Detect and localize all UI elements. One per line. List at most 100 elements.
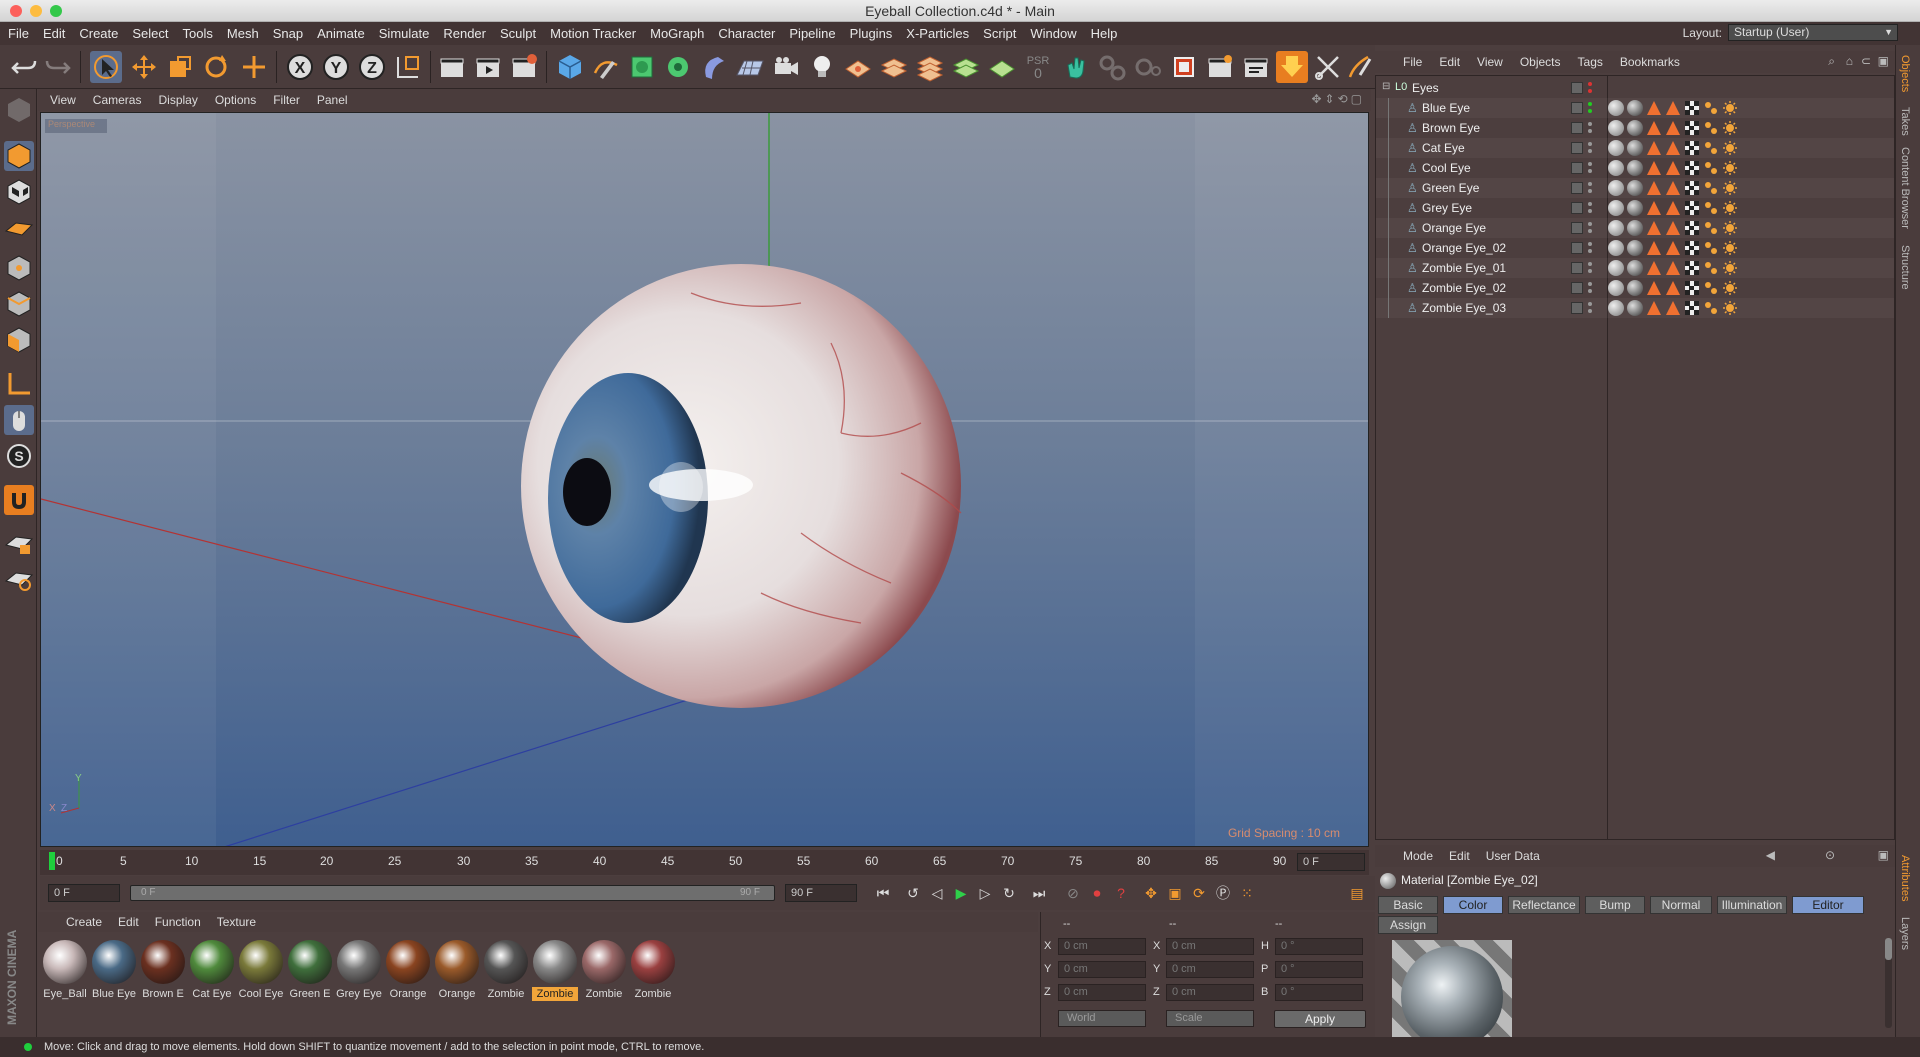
- uvw-tag-icon[interactable]: [1684, 180, 1700, 196]
- material-tag-icon[interactable]: [1627, 180, 1643, 196]
- render-queue-button[interactable]: [1240, 51, 1272, 83]
- mograph-button-1[interactable]: [1096, 51, 1128, 83]
- link-icon[interactable]: ⊂: [1861, 54, 1871, 68]
- layer-checkbox[interactable]: [1571, 282, 1583, 294]
- sun-tag-icon[interactable]: [1722, 100, 1738, 116]
- object-row[interactable]: ♙ Grey Eye: [1376, 198, 1894, 218]
- layer-checkbox[interactable]: [1571, 142, 1583, 154]
- layer-checkbox[interactable]: [1571, 82, 1583, 94]
- object-row[interactable]: ♙ Zombie Eye_01: [1376, 258, 1894, 278]
- object-row[interactable]: ♙ Brown Eye: [1376, 118, 1894, 138]
- phong-tag-icon[interactable]: [1665, 300, 1681, 316]
- material-menu-create[interactable]: Create: [66, 915, 102, 929]
- cloner-button[interactable]: [662, 51, 694, 83]
- rotation-h-field[interactable]: 0 °: [1275, 938, 1363, 955]
- viewport-menu-options[interactable]: Options: [215, 93, 256, 107]
- material-swatch[interactable]: Grey Eye: [336, 940, 382, 1005]
- rotation-b-field[interactable]: 0 °: [1275, 984, 1363, 1001]
- tab-basic[interactable]: Basic: [1378, 896, 1438, 914]
- autokeying-button[interactable]: ⏺: [1086, 882, 1108, 904]
- position-z-field[interactable]: 0 cm: [1058, 984, 1146, 1001]
- sun-tag-icon[interactable]: [1722, 120, 1738, 136]
- deformer-button[interactable]: [698, 51, 730, 83]
- zoom-window-button[interactable]: [50, 5, 62, 17]
- phong-tag-icon[interactable]: [1646, 300, 1662, 316]
- tab-reflectance[interactable]: Reflectance: [1508, 896, 1580, 914]
- menu-snap[interactable]: Snap: [273, 26, 303, 41]
- viewport-menu-view[interactable]: View: [50, 93, 76, 107]
- material-swatch[interactable]: Zombie: [483, 940, 529, 1005]
- floor-button[interactable]: [734, 51, 766, 83]
- material-tag-icon[interactable]: [1627, 120, 1643, 136]
- snap-toggle-button[interactable]: [4, 485, 34, 515]
- 3d-viewport[interactable]: Perspective Y X Z Grid Spacing : 10 cm: [40, 112, 1369, 847]
- menu-create[interactable]: Create: [79, 26, 118, 41]
- workplane-mode-button[interactable]: [4, 213, 34, 243]
- layer-checkbox[interactable]: [1571, 202, 1583, 214]
- viewport-menu-display[interactable]: Display: [158, 93, 197, 107]
- menu-sculpt[interactable]: Sculpt: [500, 26, 536, 41]
- pla-key-button[interactable]: ⁙: [1236, 882, 1258, 904]
- phong-tag-icon[interactable]: [1665, 200, 1681, 216]
- material-swatch[interactable]: Cat Eye: [189, 940, 235, 1005]
- render-region-button[interactable]: [1168, 51, 1200, 83]
- material-tag-icon[interactable]: [1627, 280, 1643, 296]
- visibility-dots[interactable]: [1587, 261, 1593, 275]
- minimize-window-button[interactable]: [30, 5, 42, 17]
- next-keyframe-button[interactable]: ↻: [998, 882, 1020, 904]
- dots-tag-icon[interactable]: [1703, 300, 1719, 316]
- tab-color[interactable]: Color: [1443, 896, 1503, 914]
- object-row[interactable]: ♙ Cool Eye: [1376, 158, 1894, 178]
- material-tag-icon[interactable]: [1608, 280, 1624, 296]
- phong-tag-icon[interactable]: [1665, 280, 1681, 296]
- model-mode-button[interactable]: [4, 141, 34, 171]
- layer-checkbox[interactable]: [1571, 122, 1583, 134]
- uvw-tag-icon[interactable]: [1684, 100, 1700, 116]
- phong-tag-icon[interactable]: [1665, 100, 1681, 116]
- sidetab-takes[interactable]: Takes: [1899, 107, 1911, 136]
- material-tag-icon[interactable]: [1608, 140, 1624, 156]
- end-frame-field[interactable]: 90 F: [785, 884, 857, 902]
- attributes-menu-user-data[interactable]: User Data: [1486, 849, 1540, 863]
- size-mode-dropdown[interactable]: Scale: [1166, 1010, 1254, 1027]
- menu-mesh[interactable]: Mesh: [227, 26, 259, 41]
- menu-tools[interactable]: Tools: [183, 26, 213, 41]
- menu-file[interactable]: File: [8, 26, 29, 41]
- visibility-dots[interactable]: [1587, 81, 1593, 95]
- object-row[interactable]: ♙ Orange Eye: [1376, 218, 1894, 238]
- phong-tag-icon[interactable]: [1665, 120, 1681, 136]
- uvw-tag-icon[interactable]: [1684, 300, 1700, 316]
- phong-tag-icon[interactable]: [1646, 120, 1662, 136]
- position-key-button[interactable]: ✥: [1140, 882, 1162, 904]
- phong-tag-icon[interactable]: [1646, 100, 1662, 116]
- uvw-tag-icon[interactable]: [1684, 140, 1700, 156]
- edges-mode-button[interactable]: [4, 289, 34, 319]
- objects-menu-file[interactable]: File: [1403, 55, 1422, 69]
- layer-checkbox[interactable]: [1571, 102, 1583, 114]
- tweak-mode-button[interactable]: [4, 405, 34, 435]
- menu-select[interactable]: Select: [132, 26, 168, 41]
- objects-menu-tags[interactable]: Tags: [1578, 55, 1603, 69]
- tab-editor[interactable]: Editor: [1792, 896, 1864, 914]
- panel-icon[interactable]: ▣: [1878, 54, 1889, 68]
- menu-window[interactable]: Window: [1030, 26, 1076, 41]
- dots-tag-icon[interactable]: [1703, 180, 1719, 196]
- keyframe-selection-button[interactable]: ?: [1110, 882, 1132, 904]
- layer-checkbox[interactable]: [1571, 242, 1583, 254]
- material-tag-icon[interactable]: [1608, 200, 1624, 216]
- material-tag-icon[interactable]: [1608, 120, 1624, 136]
- phong-tag-icon[interactable]: [1665, 160, 1681, 176]
- phong-tag-icon[interactable]: [1646, 280, 1662, 296]
- make-editable-button[interactable]: [4, 95, 34, 125]
- objects-menu-bookmarks[interactable]: Bookmarks: [1620, 55, 1680, 69]
- objects-menu-view[interactable]: View: [1477, 55, 1503, 69]
- render-to-picture-viewer-button[interactable]: [472, 51, 504, 83]
- scale-key-button[interactable]: ▣: [1164, 882, 1186, 904]
- viewport-nav-icons[interactable]: ✥⇕⟲▢: [1311, 92, 1365, 106]
- material-swatch[interactable]: Zombie: [581, 940, 627, 1005]
- visibility-dots[interactable]: [1587, 221, 1593, 235]
- phong-tag-icon[interactable]: [1646, 180, 1662, 196]
- material-menu-texture[interactable]: Texture: [217, 915, 256, 929]
- dots-tag-icon[interactable]: [1703, 240, 1719, 256]
- menu-x-particles[interactable]: X-Particles: [906, 26, 969, 41]
